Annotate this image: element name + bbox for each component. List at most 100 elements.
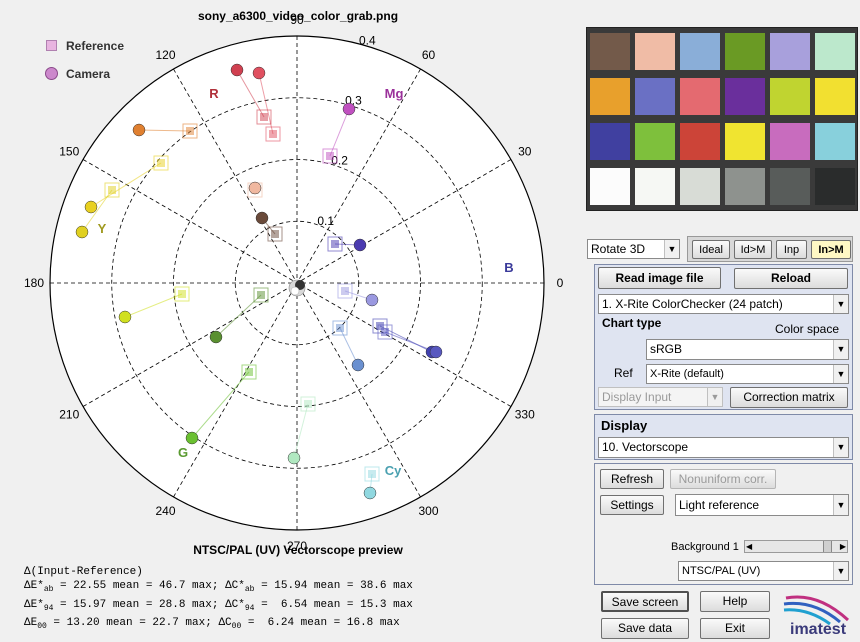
chevron-down-icon: ▼ (664, 240, 679, 258)
refresh-button[interactable]: Refresh (600, 469, 664, 489)
correction-matrix-button[interactable]: Correction matrix (730, 387, 848, 408)
chevron-down-icon: ▼ (833, 562, 848, 580)
chevron-down-icon: ▼ (833, 365, 848, 383)
rotate-3d-select[interactable]: Rotate 3D ▼ (587, 239, 680, 259)
reference-square (260, 113, 268, 121)
camera-point (84, 200, 98, 214)
help-button[interactable]: Help (700, 591, 770, 612)
background-slider[interactable]: ◀ ▶ (744, 540, 848, 553)
stats-header: Δ(Input-Reference) (24, 566, 143, 578)
reference-square (108, 186, 116, 194)
view-input-to-measured-button[interactable]: In>M (811, 240, 851, 259)
colorchecker-patch (815, 78, 855, 115)
vectorscope-plot: 03060901201501802102402703003300.10.20.3… (24, 13, 564, 553)
chevron-down-icon: ▼ (833, 295, 848, 313)
light-reference-select[interactable]: Light reference ▼ (675, 494, 849, 516)
colorchecker-patch (635, 78, 675, 115)
colorchecker-patch (815, 123, 855, 160)
angle-label: 210 (59, 408, 79, 422)
colorchecker-patch (635, 33, 675, 70)
chevron-down-icon: ▼ (833, 495, 848, 515)
radius-label: 0.4 (359, 33, 376, 47)
display-input-select[interactable]: Display Input ▼ (598, 387, 723, 407)
camera-point (75, 225, 89, 239)
color-space-select[interactable]: sRGB ▼ (646, 339, 849, 360)
ref-label: Ref (614, 366, 633, 380)
view-input-button[interactable]: Inp (776, 240, 807, 259)
slider-right-arrow-icon[interactable]: ▶ (840, 541, 846, 552)
hue-label-r: R (209, 86, 219, 101)
colorchecker-patch (770, 168, 810, 205)
colorchecker-patch (635, 168, 675, 205)
slider-left-arrow-icon[interactable]: ◀ (746, 541, 752, 552)
chevron-down-icon: ▼ (833, 438, 848, 457)
stats-row-00: ΔE00 = 13.20 mean = 22.7 max; ΔC00 = 6.2… (24, 617, 400, 632)
camera-point (230, 63, 244, 77)
hue-label-cy: Cy (385, 463, 402, 478)
colorchecker-patch (815, 168, 855, 205)
read-image-file-button[interactable]: Read image file (598, 267, 721, 289)
camera-point (287, 451, 301, 465)
colorchecker-patch (635, 123, 675, 160)
reference-square (331, 240, 339, 248)
angle-label: 30 (518, 145, 532, 159)
radius-label: 0.1 (317, 214, 334, 228)
vectorscope-standard-select[interactable]: NTSC/PAL (UV) ▼ (678, 561, 849, 581)
colorchecker-patch (680, 168, 720, 205)
reload-button[interactable]: Reload (734, 268, 848, 289)
camera-point (132, 123, 146, 137)
camera-point (363, 486, 377, 500)
save-data-button[interactable]: Save data (601, 618, 689, 639)
angle-label: 120 (155, 48, 175, 62)
hue-label-mg: Mg (385, 86, 404, 101)
camera-point (255, 211, 269, 225)
slider-thumb[interactable] (823, 541, 832, 552)
reference-select[interactable]: X-Rite (default) ▼ (646, 364, 849, 384)
colorchecker-patch (590, 168, 630, 205)
colorchecker-patch (590, 78, 630, 115)
camera-point (248, 181, 262, 195)
save-screen-button[interactable]: Save screen (601, 591, 689, 612)
colorchecker-thumbnail (586, 27, 858, 211)
display-select[interactable]: 10. Vectorscope ▼ (598, 437, 849, 458)
chart-select[interactable]: 1. X-Rite ColorChecker (24 patch) ▼ (598, 294, 849, 314)
background-label: Background 1 (671, 541, 739, 553)
view-ideal-button[interactable]: Ideal (692, 240, 730, 259)
reference-square (178, 290, 186, 298)
camera-point (209, 330, 223, 344)
camera-point (118, 310, 132, 324)
colorchecker-patch (770, 78, 810, 115)
colorchecker-patch (680, 78, 720, 115)
angle-label: 300 (418, 504, 438, 518)
nonuniform-correction-button[interactable]: Nonuniform corr. (670, 469, 776, 489)
colorchecker-patch (590, 123, 630, 160)
display-heading: Display (601, 418, 648, 433)
colorchecker-patch (770, 123, 810, 160)
angle-label: 240 (155, 504, 175, 518)
reference-square (341, 287, 349, 295)
angle-label: 90 (290, 13, 304, 27)
angle-label: 150 (59, 145, 79, 159)
settings-button[interactable]: Settings (600, 495, 664, 515)
chevron-down-icon: ▼ (707, 388, 722, 406)
colorchecker-patch (725, 78, 765, 115)
stats-row-ab: ΔE*ab = 22.55 mean = 46.7 max; ΔC*ab = 1… (24, 580, 413, 595)
colorchecker-patch (680, 33, 720, 70)
camera-point (353, 238, 367, 252)
colorchecker-patch (725, 33, 765, 70)
colorchecker-patch (815, 33, 855, 70)
angle-label: 180 (24, 276, 44, 290)
angle-label: 0 (557, 276, 564, 290)
reference-square (257, 291, 265, 299)
exit-button[interactable]: Exit (700, 618, 770, 639)
vectorscope-title: NTSC/PAL (UV) Vectorscope preview (193, 543, 403, 557)
camera-point (185, 431, 199, 445)
view-ideal-to-measured-button[interactable]: Id>M (734, 240, 772, 259)
colorchecker-patch (590, 33, 630, 70)
reference-square (157, 159, 165, 167)
reference-square (326, 152, 334, 160)
reference-square (186, 127, 194, 135)
hue-label-y: Y (98, 221, 107, 236)
colorchecker-patch (770, 33, 810, 70)
reference-square (368, 470, 376, 478)
